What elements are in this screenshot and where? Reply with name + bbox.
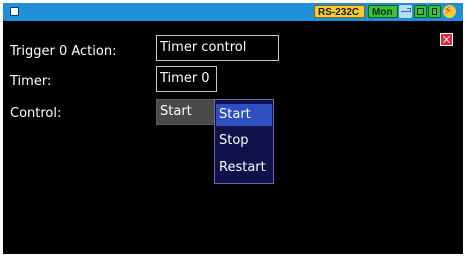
status-bar: RS-232C Mon bbox=[3, 3, 463, 21]
usb-icon bbox=[399, 5, 412, 18]
timer-field[interactable]: Timer 0 bbox=[156, 66, 217, 92]
power-icon bbox=[443, 4, 456, 18]
control-dropdown: Start Stop Restart bbox=[214, 99, 274, 184]
control-field[interactable]: Start bbox=[156, 99, 217, 125]
dropdown-option-stop[interactable]: Stop bbox=[216, 130, 272, 152]
trigger-action-label: Trigger 0 Action: bbox=[10, 44, 117, 59]
dropdown-option-start[interactable]: Start bbox=[216, 104, 272, 126]
screen: RS-232C Mon Trigger 0 Action: Timer cont… bbox=[3, 3, 463, 254]
dropdown-option-restart[interactable]: Restart bbox=[216, 157, 272, 179]
trigger-action-field[interactable]: Timer control bbox=[156, 35, 279, 61]
interface-badge: RS-232C bbox=[314, 5, 365, 18]
control-label: Control: bbox=[10, 106, 62, 121]
window-icon bbox=[10, 7, 19, 16]
sdcard-icon bbox=[428, 5, 441, 18]
network-icon bbox=[414, 5, 427, 18]
close-icon[interactable] bbox=[440, 33, 453, 46]
timer-label: Timer: bbox=[10, 74, 52, 89]
monitor-badge: Mon bbox=[368, 5, 398, 18]
